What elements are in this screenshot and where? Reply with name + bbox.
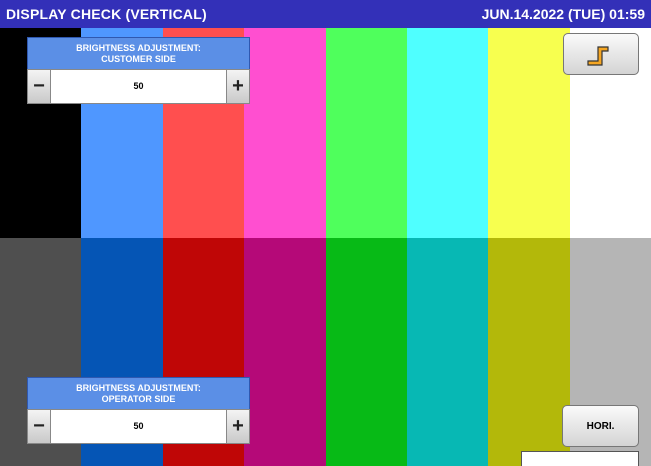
color-bar-top-7: [488, 28, 571, 238]
color-bar-top-5: [325, 28, 408, 238]
color-bar-bottom-5: [325, 238, 408, 466]
page-title: DISPLAY CHECK (VERTICAL): [6, 6, 207, 22]
customer-brightness-panel: BRIGHTNESS ADJUSTMENT: CUSTOMER SIDE − 5…: [27, 37, 250, 104]
operator-brightness-panel: BRIGHTNESS ADJUSTMENT: OPERATOR SIDE − 5…: [27, 377, 250, 444]
color-bar-bottom-7: [488, 238, 571, 466]
back-button[interactable]: [563, 33, 639, 75]
operator-brightness-value: 50: [133, 421, 144, 431]
title-bar: DISPLAY CHECK (VERTICAL) JUN.14.2022 (TU…: [0, 0, 651, 28]
customer-brightness-stepper: − 50 +: [27, 69, 250, 104]
operator-brightness-decrease-button[interactable]: −: [28, 410, 51, 443]
color-bar-top-6: [406, 28, 490, 238]
color-bar-bottom-4: [244, 238, 327, 466]
customer-brightness-decrease-button[interactable]: −: [28, 70, 51, 103]
color-bar-bottom-6: [406, 238, 490, 466]
operator-brightness-increase-button[interactable]: +: [226, 410, 249, 443]
customer-brightness-value: 50: [133, 81, 144, 91]
operator-brightness-stepper: − 50 +: [27, 409, 250, 444]
return-arrow-icon: [587, 46, 609, 66]
horizontal-mode-button[interactable]: HORI.: [562, 405, 639, 447]
color-bar-top-4: [244, 28, 327, 238]
customer-brightness-increase-button[interactable]: +: [226, 70, 249, 103]
customer-brightness-title: BRIGHTNESS ADJUSTMENT: CUSTOMER SIDE: [27, 37, 250, 69]
date-time: JUN.14.2022 (TUE) 01:59: [481, 6, 645, 22]
status-box: [521, 451, 639, 466]
operator-brightness-title: BRIGHTNESS ADJUSTMENT: OPERATOR SIDE: [27, 377, 250, 409]
